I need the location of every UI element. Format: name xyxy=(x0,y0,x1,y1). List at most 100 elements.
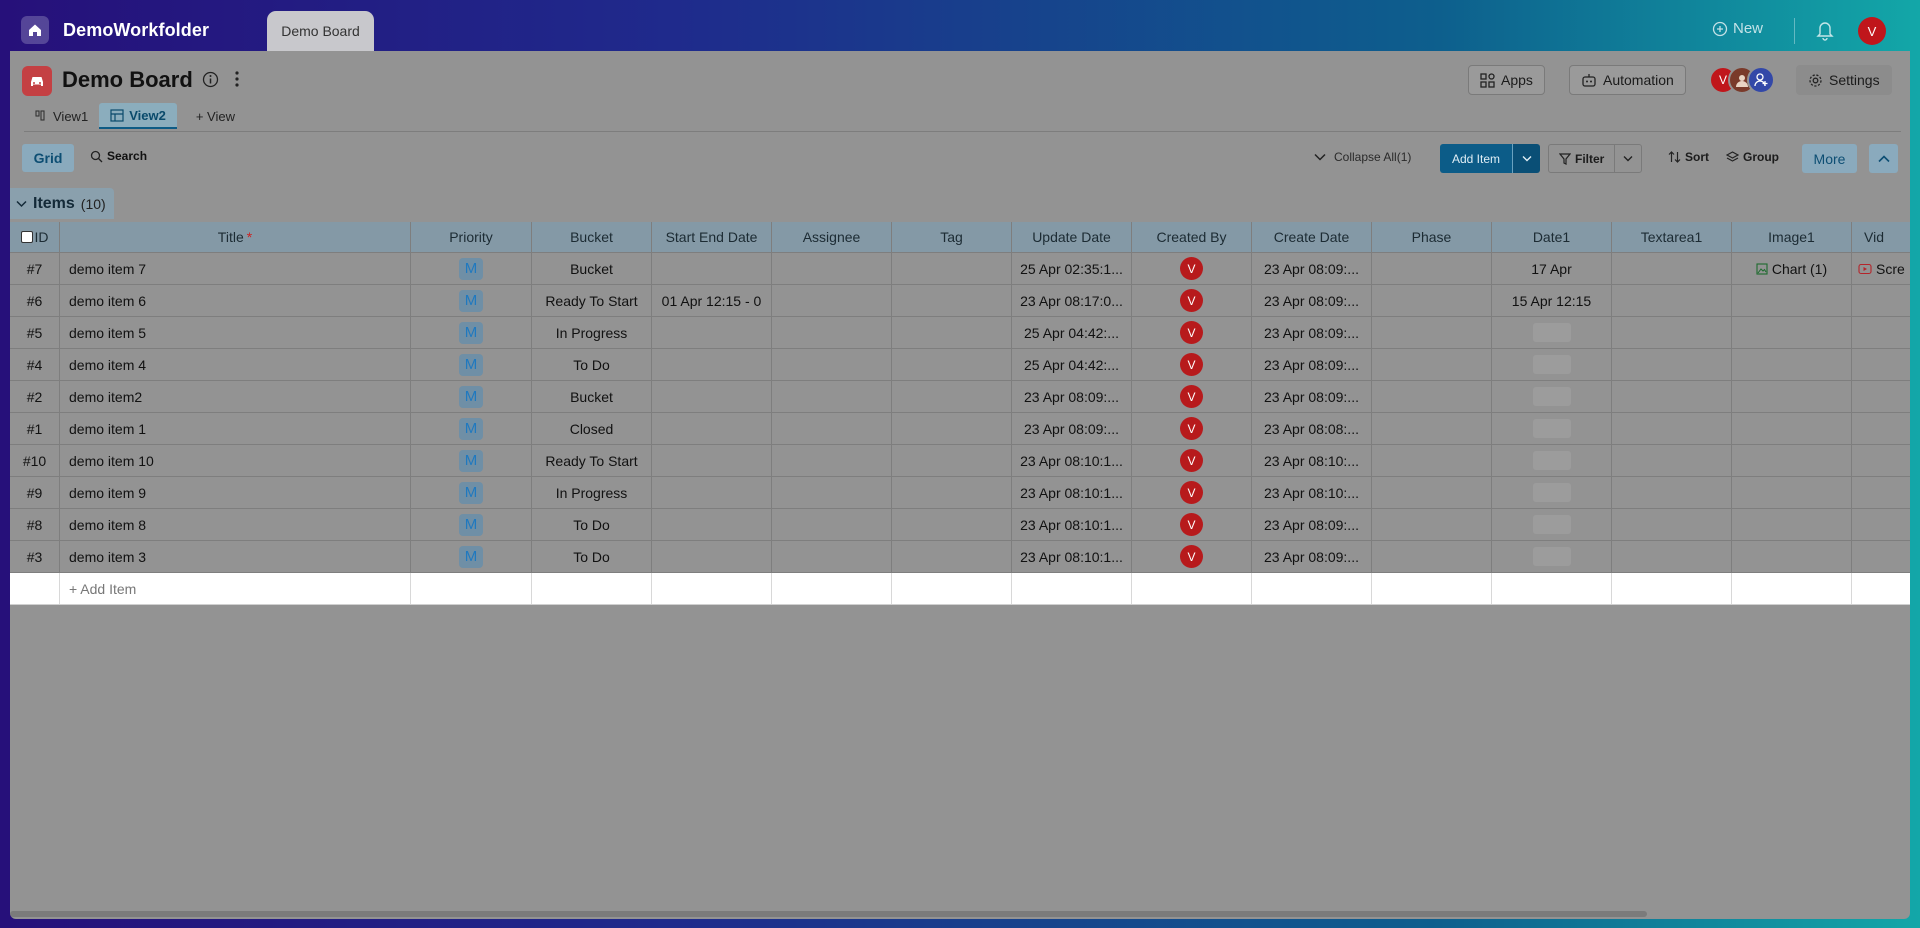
textarea1-cell[interactable] xyxy=(1612,445,1732,476)
date1-cell[interactable] xyxy=(1492,509,1612,540)
video-chip[interactable]: Scre xyxy=(1858,261,1905,277)
tag-cell[interactable] xyxy=(892,285,1012,316)
textarea1-cell[interactable] xyxy=(1612,477,1732,508)
tag-cell[interactable] xyxy=(892,381,1012,412)
video-cell[interactable] xyxy=(1852,509,1910,540)
phase-cell[interactable] xyxy=(1372,445,1492,476)
automation-button[interactable]: Automation xyxy=(1569,65,1686,95)
bucket-cell[interactable]: Ready To Start xyxy=(532,445,652,476)
column-header-phase[interactable]: Phase xyxy=(1372,222,1492,252)
column-header-update-date[interactable]: Update Date xyxy=(1012,222,1132,252)
title-cell[interactable]: demo item2 xyxy=(60,381,411,412)
image1-cell[interactable] xyxy=(1732,317,1852,348)
horizontal-scrollbar[interactable] xyxy=(10,911,1647,917)
start-end-date-cell[interactable] xyxy=(652,413,772,444)
group-header[interactable]: Items (10) xyxy=(10,188,114,219)
start-end-date-cell[interactable] xyxy=(652,381,772,412)
priority-cell[interactable]: M xyxy=(411,349,532,380)
title-cell[interactable]: demo item 9 xyxy=(60,477,411,508)
table-row[interactable]: #8 demo item 8 M To Do 23 Apr 08:10:1...… xyxy=(10,509,1910,541)
apps-button[interactable]: Apps xyxy=(1468,65,1545,95)
priority-cell[interactable]: M xyxy=(411,445,532,476)
table-row[interactable]: #7 demo item 7 M Bucket 25 Apr 02:35:1..… xyxy=(10,253,1910,285)
filter-dropdown[interactable] xyxy=(1614,145,1641,172)
date1-cell[interactable] xyxy=(1492,349,1612,380)
phase-cell[interactable] xyxy=(1372,477,1492,508)
priority-cell[interactable]: M xyxy=(411,509,532,540)
start-end-date-cell[interactable] xyxy=(652,541,772,572)
tab-view1[interactable]: View1 xyxy=(24,103,99,129)
add-view-button[interactable]: + View xyxy=(185,103,246,129)
tag-cell[interactable] xyxy=(892,349,1012,380)
table-row[interactable]: #3 demo item 3 M To Do 23 Apr 08:10:1...… xyxy=(10,541,1910,573)
filter-button[interactable]: Filter xyxy=(1549,145,1614,172)
tag-cell[interactable] xyxy=(892,253,1012,284)
date1-cell[interactable] xyxy=(1492,477,1612,508)
tag-cell[interactable] xyxy=(892,541,1012,572)
video-cell[interactable]: Scre xyxy=(1852,253,1910,284)
image1-cell[interactable] xyxy=(1732,445,1852,476)
assignee-cell[interactable] xyxy=(772,381,892,412)
start-end-date-cell[interactable] xyxy=(652,253,772,284)
tag-cell[interactable] xyxy=(892,477,1012,508)
date1-cell[interactable] xyxy=(1492,317,1612,348)
column-header-image1[interactable]: Image1 xyxy=(1732,222,1852,252)
column-header-start-end-date[interactable]: Start End Date xyxy=(652,222,772,252)
start-end-date-cell[interactable] xyxy=(652,477,772,508)
column-header-textarea1[interactable]: Textarea1 xyxy=(1612,222,1732,252)
phase-cell[interactable] xyxy=(1372,253,1492,284)
new-button[interactable]: New xyxy=(1712,20,1763,37)
start-end-date-cell[interactable] xyxy=(652,445,772,476)
add-member-button[interactable] xyxy=(1747,66,1775,94)
tag-cell[interactable] xyxy=(892,413,1012,444)
tab-demo-board[interactable]: Demo Board xyxy=(267,11,374,51)
date1-cell[interactable]: 15 Apr 12:15 xyxy=(1492,285,1612,316)
assignee-cell[interactable] xyxy=(772,509,892,540)
bucket-cell[interactable]: To Do xyxy=(532,349,652,380)
bucket-cell[interactable]: To Do xyxy=(532,509,652,540)
image1-cell[interactable] xyxy=(1732,541,1852,572)
column-header-assignee[interactable]: Assignee xyxy=(772,222,892,252)
column-header-id[interactable]: ID xyxy=(10,222,60,252)
priority-cell[interactable]: M xyxy=(411,285,532,316)
column-header-create-date[interactable]: Create Date xyxy=(1252,222,1372,252)
collapse-toolbar-button[interactable] xyxy=(1869,144,1898,173)
video-cell[interactable] xyxy=(1852,285,1910,316)
title-cell[interactable]: demo item 3 xyxy=(60,541,411,572)
column-header-priority[interactable]: Priority xyxy=(411,222,532,252)
workspace-name[interactable]: DemoWorkfolder xyxy=(63,20,209,41)
image1-cell[interactable]: Chart (1) xyxy=(1732,253,1852,284)
date1-cell[interactable] xyxy=(1492,381,1612,412)
title-cell[interactable]: demo item 6 xyxy=(60,285,411,316)
assignee-cell[interactable] xyxy=(772,349,892,380)
add-item-row[interactable]: + Add Item xyxy=(10,573,1910,605)
column-header-tag[interactable]: Tag xyxy=(892,222,1012,252)
column-header-title[interactable]: Title * xyxy=(60,222,411,252)
textarea1-cell[interactable] xyxy=(1612,413,1732,444)
title-cell[interactable]: demo item 1 xyxy=(60,413,411,444)
phase-cell[interactable] xyxy=(1372,349,1492,380)
assignee-cell[interactable] xyxy=(772,285,892,316)
video-cell[interactable] xyxy=(1852,381,1910,412)
user-avatar[interactable]: V xyxy=(1858,17,1886,45)
textarea1-cell[interactable] xyxy=(1612,253,1732,284)
title-cell[interactable]: demo item 5 xyxy=(60,317,411,348)
image1-cell[interactable] xyxy=(1732,349,1852,380)
column-header-bucket[interactable]: Bucket xyxy=(532,222,652,252)
table-row[interactable]: #5 demo item 5 M In Progress 25 Apr 04:4… xyxy=(10,317,1910,349)
assignee-cell[interactable] xyxy=(772,445,892,476)
search-button[interactable]: Search xyxy=(90,149,147,163)
video-cell[interactable] xyxy=(1852,349,1910,380)
phase-cell[interactable] xyxy=(1372,285,1492,316)
priority-cell[interactable]: M xyxy=(411,541,532,572)
bucket-cell[interactable]: Ready To Start xyxy=(532,285,652,316)
settings-button[interactable]: Settings xyxy=(1796,65,1892,95)
column-header-video[interactable]: Vid xyxy=(1852,222,1910,252)
textarea1-cell[interactable] xyxy=(1612,381,1732,412)
date1-cell[interactable] xyxy=(1492,413,1612,444)
tag-cell[interactable] xyxy=(892,317,1012,348)
image1-cell[interactable] xyxy=(1732,509,1852,540)
start-end-date-cell[interactable]: 01 Apr 12:15 - 0 xyxy=(652,285,772,316)
bucket-cell[interactable]: To Do xyxy=(532,541,652,572)
table-row[interactable]: #1 demo item 1 M Closed 23 Apr 08:09:...… xyxy=(10,413,1910,445)
